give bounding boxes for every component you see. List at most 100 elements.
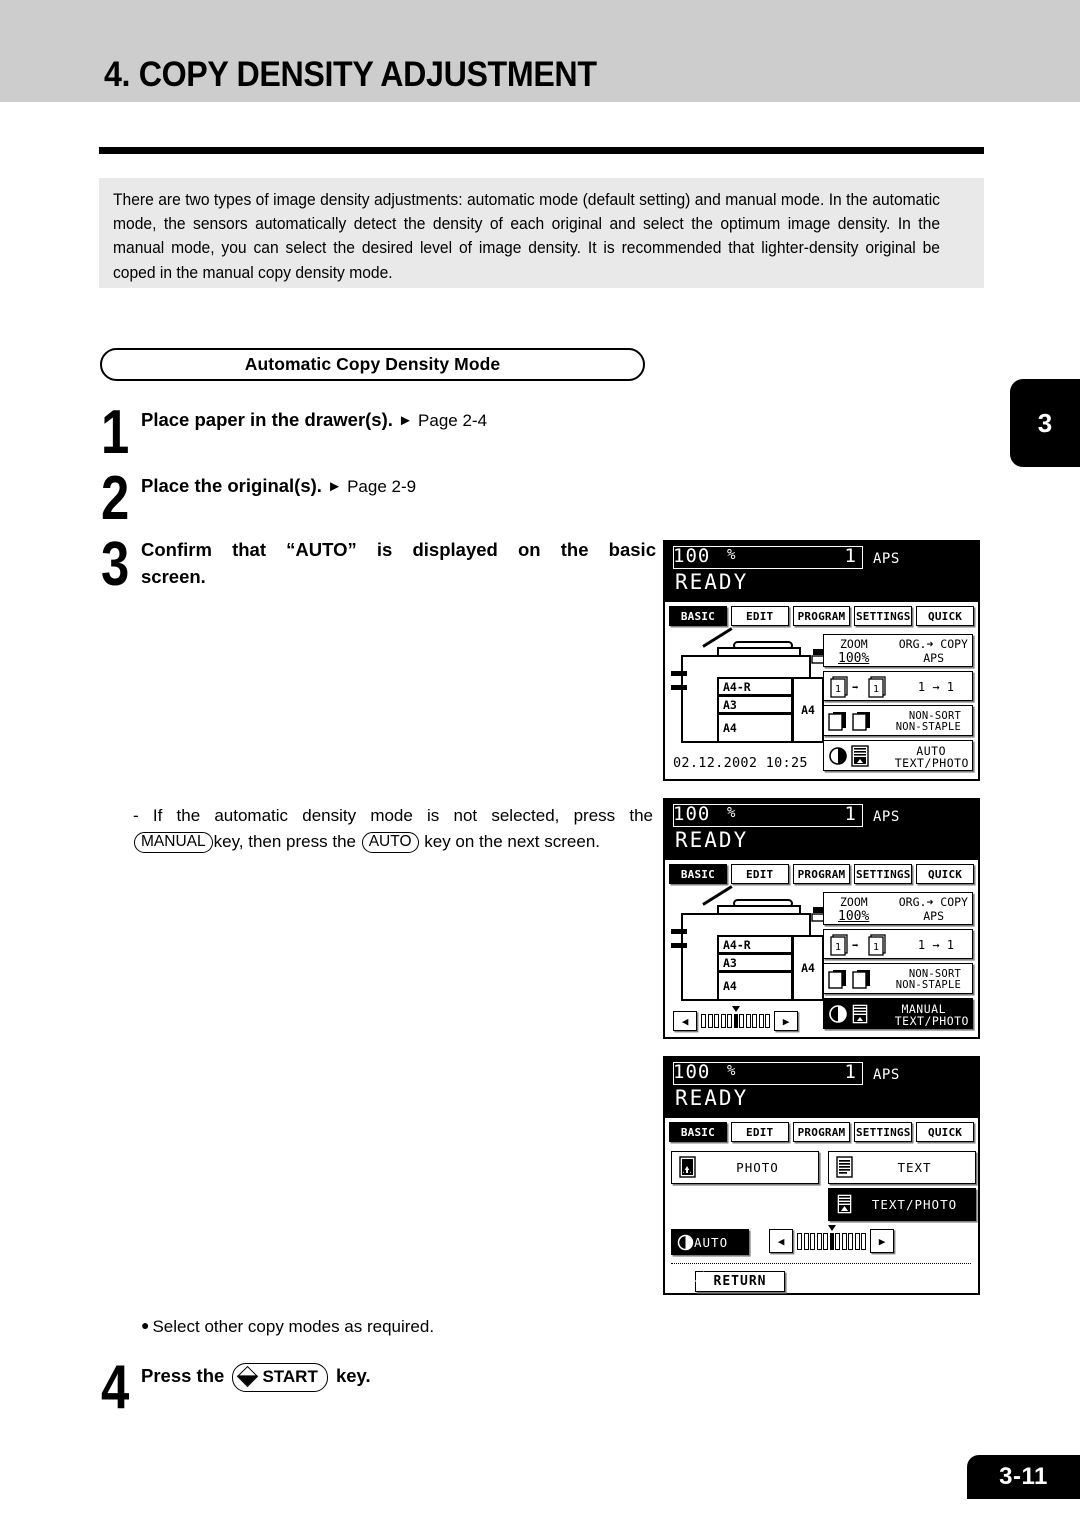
lcd3-tab-basic[interactable]: BASIC xyxy=(669,1122,727,1142)
lcd1-bypass-tray[interactable]: A4 xyxy=(792,677,824,743)
lcd2-drawer-1[interactable]: A4-R xyxy=(717,935,793,954)
lcd2-density-button-selected[interactable]: MANUAL TEXT/PHOTO xyxy=(823,998,973,1029)
lcd2-duplex-arrow-icon: ➡ xyxy=(852,939,859,952)
step-4-text: Press the START key. xyxy=(141,1363,371,1392)
lcd1-zoom-button[interactable]: ZOOM 100% ORG.➜ COPY APS xyxy=(823,634,973,667)
lcd1-tab-settings[interactable]: SETTINGS xyxy=(854,606,913,626)
lcd1-tab-basic[interactable]: BASIC xyxy=(669,606,727,626)
lcd-panel-basic-auto[interactable]: 100 % 1 APS READY BASIC EDIT PROGRAM SET… xyxy=(663,540,980,781)
lcd3-status-header: 100 % 1 APS READY xyxy=(665,1058,978,1118)
lcd3-text-button[interactable]: TEXT xyxy=(828,1151,976,1184)
lcd1-date-time: 02.12.2002 10:25 xyxy=(673,755,808,771)
lcd2-tab-row[interactable]: BASIC EDIT PROGRAM SETTINGS QUICK xyxy=(665,860,978,887)
note-line-1: - If the automatic density mode is not s… xyxy=(133,803,653,829)
lcd1-tab-edit[interactable]: EDIT xyxy=(730,606,789,626)
lcd2-density-increase-button[interactable]: ▶ xyxy=(774,1011,798,1031)
lcd1-auto-density-icon xyxy=(828,746,848,770)
lcd2-duplex-button[interactable]: 1 ➡ 1 1 → 1 xyxy=(823,929,973,959)
lcd2-density-ticks[interactable] xyxy=(701,1006,770,1028)
lcd2-drawer-3[interactable]: A4 xyxy=(717,971,793,1001)
lcd3-density-decrease-button[interactable]: ◀ xyxy=(769,1229,793,1253)
lcd1-finisher-button[interactable]: NON-SORT NON-STAPLE xyxy=(823,705,973,736)
lcd2-status-header: 100 % 1 APS READY xyxy=(665,800,978,860)
svg-text:1: 1 xyxy=(873,942,879,953)
lcd3-tab-settings[interactable]: SETTINGS xyxy=(854,1122,913,1142)
lcd3-density-slider[interactable]: ◀ ▶ xyxy=(769,1224,894,1253)
lcd2-tick-1 xyxy=(701,1014,706,1028)
lcd1-drawer-2[interactable]: A3 xyxy=(717,695,793,714)
lcd2-tab-program[interactable]: PROGRAM xyxy=(792,864,851,884)
lcd1-tab-quick[interactable]: QUICK xyxy=(916,606,974,626)
lcd3-textphoto-button-selected[interactable]: TEXT/PHOTO xyxy=(828,1188,976,1221)
step-1-number: 1 xyxy=(101,398,130,467)
lcd1-machine-arm-icon-2 xyxy=(671,685,687,690)
lcd1-machine-feed-tray-icon xyxy=(702,627,733,648)
lcd3-photo-button[interactable]: PHOTO xyxy=(671,1151,819,1184)
lcd2-tab-basic[interactable]: BASIC xyxy=(669,864,727,884)
lcd2-percent-sign: % xyxy=(727,805,736,821)
lcd1-zoom-value: 100 xyxy=(673,545,711,567)
lcd2-density-slider[interactable]: ◀ ▶ xyxy=(673,1006,798,1031)
lcd2-bypass-tray[interactable]: A4 xyxy=(792,935,824,1001)
lcd2-tick-5 xyxy=(727,1014,732,1028)
lcd3-return-button[interactable]: RETURN xyxy=(695,1271,785,1292)
lcd3-tab-quick[interactable]: QUICK xyxy=(916,1122,974,1142)
lcd1-finisher-line-2: NON-STAPLE xyxy=(895,721,961,733)
start-keycap: START xyxy=(232,1363,328,1392)
lcd2-tick-7 xyxy=(739,1014,744,1028)
lcd2-zoom-button-value: 100% xyxy=(838,909,870,924)
lcd2-option-buttons[interactable]: ZOOM 100% ORG.➜ COPY APS 1 ➡ 1 1 → 1 NON… xyxy=(823,892,973,1033)
lcd1-orgcopy-label: ORG.➜ COPY xyxy=(898,637,968,651)
photo-icon xyxy=(678,1156,697,1179)
lcd-panel-basic-manual[interactable]: 100 % 1 APS READY BASIC EDIT PROGRAM SET… xyxy=(663,798,980,1039)
title-rule xyxy=(99,147,984,154)
lcd1-duplex-button[interactable]: 1 ➡ 1 1 → 1 xyxy=(823,671,973,701)
lcd1-density-button[interactable]: AUTO TEXT/PHOTO xyxy=(823,740,973,771)
lcd2-duplex-src-icon: 1 xyxy=(829,934,851,960)
lcd2-density-decrease-button[interactable]: ◀ xyxy=(673,1011,697,1031)
lcd3-tab-row[interactable]: BASIC EDIT PROGRAM SETTINGS QUICK xyxy=(665,1118,978,1145)
lcd2-finisher-button[interactable]: NON-SORT NON-STAPLE xyxy=(823,963,973,994)
lcd1-drawer-1[interactable]: A4-R xyxy=(717,677,793,696)
lcd2-density-line-2: TEXT/PHOTO xyxy=(894,1014,969,1028)
lcd3-tab-edit[interactable]: EDIT xyxy=(730,1122,789,1142)
lcd3-copy-count: 1 xyxy=(844,1061,856,1083)
lcd2-tick-8 xyxy=(745,1014,751,1028)
text-photo-icon xyxy=(835,1193,854,1216)
lcd1-status-text: READY xyxy=(675,570,749,594)
lcd1-option-buttons[interactable]: ZOOM 100% ORG.➜ COPY APS 1 ➡ 1 1 → 1 NON… xyxy=(823,634,973,775)
chapter-side-tab-number: 3 xyxy=(1037,407,1053,438)
lcd2-tab-settings[interactable]: SETTINGS xyxy=(854,864,913,884)
lcd1-tab-row[interactable]: BASIC EDIT PROGRAM SETTINGS QUICK xyxy=(665,602,978,629)
intro-box: There are two types of image density adj… xyxy=(99,178,984,288)
start-diamond-icon xyxy=(237,1365,259,1388)
lcd1-machine-illustration[interactable]: A4-R A3 A4 A4 xyxy=(671,627,836,748)
lcd2-machine-arm-icon-1 xyxy=(671,929,687,934)
lcd3-slider-pointer-icon xyxy=(827,1224,836,1231)
lcd3-auto-button[interactable]: AUTO xyxy=(671,1229,749,1255)
manual-auto-note: - If the automatic density mode is not s… xyxy=(133,803,653,855)
lcd1-textphoto-icon xyxy=(850,745,870,771)
lcd3-percent-sign: % xyxy=(727,1063,736,1079)
lcd3-density-ticks[interactable] xyxy=(797,1224,866,1250)
lcd1-drawer-3[interactable]: A4 xyxy=(717,713,793,743)
lcd2-orgcopy-value: APS xyxy=(923,909,944,923)
lcd2-zoom-button[interactable]: ZOOM 100% ORG.➜ COPY APS xyxy=(823,892,973,925)
lcd-panel-density-modes[interactable]: 100 % 1 APS READY BASIC EDIT PROGRAM SET… xyxy=(663,1056,980,1295)
lcd2-paper-mode: APS xyxy=(873,809,900,825)
lcd1-duplex-arrow-icon: ➡ xyxy=(852,681,859,694)
lcd3-textphoto-label: TEXT/PHOTO xyxy=(871,1197,958,1212)
lcd2-drawer-2[interactable]: A3 xyxy=(717,953,793,972)
lcd2-zoom-value: 100 xyxy=(673,803,711,825)
lcd3-density-increase-button[interactable]: ▶ xyxy=(870,1229,894,1253)
lcd2-orgcopy-label: ORG.➜ COPY xyxy=(898,895,968,909)
lcd1-tab-program[interactable]: PROGRAM xyxy=(792,606,851,626)
lcd2-tab-quick[interactable]: QUICK xyxy=(916,864,974,884)
lcd3-tick-11 xyxy=(861,1232,866,1250)
lcd2-machine-illustration[interactable]: A4-R A3 A4 A4 xyxy=(671,885,836,1006)
section-heading-label: Automatic Copy Density Mode xyxy=(244,354,501,374)
lcd2-tab-edit[interactable]: EDIT xyxy=(730,864,789,884)
note-dash: - xyxy=(133,806,139,825)
lcd3-tab-program[interactable]: PROGRAM xyxy=(792,1122,851,1142)
lcd3-separator xyxy=(671,1263,971,1264)
